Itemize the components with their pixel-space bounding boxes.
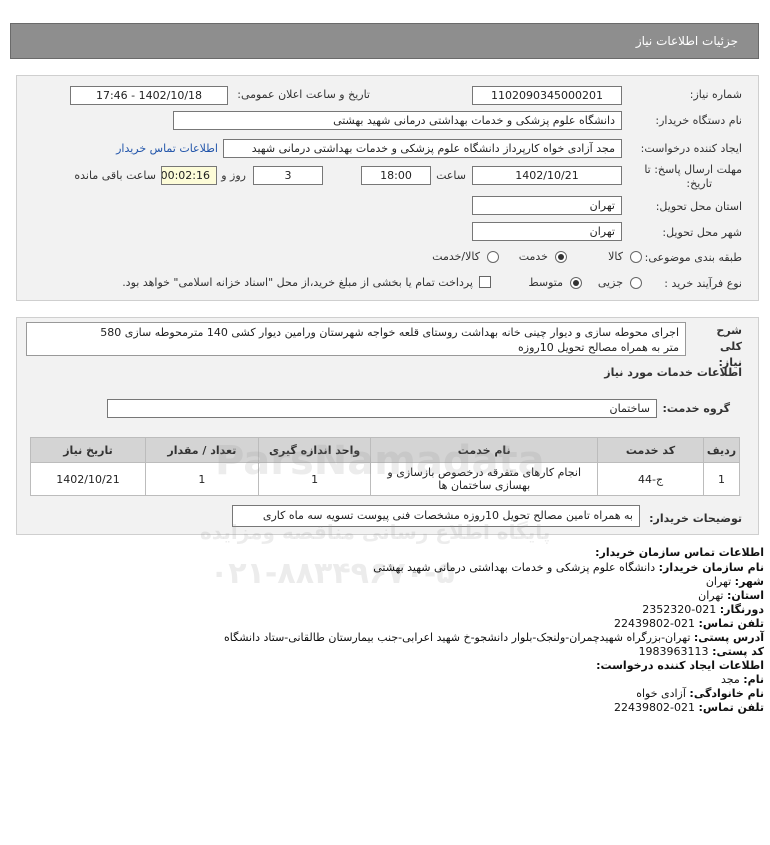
city-field: تهران — [472, 222, 622, 241]
col-date-header: تاریخ نیاز — [30, 437, 146, 463]
category-radio-goods-service[interactable] — [487, 251, 499, 263]
cell-date: 1402/10/21 — [30, 462, 146, 496]
contact-org-label: نام سازمان خریدار: — [658, 561, 764, 574]
creator-phone-label: تلفن تماس: — [698, 701, 764, 714]
process-label: نوع فرآیند خرید : — [664, 277, 742, 290]
creator-info-title: اطلاعات ایجاد کننده درخواست: — [596, 659, 764, 672]
cell-name: انجام کارهای متفرقه درخصوص بازسازی و بهس… — [370, 462, 599, 496]
cell-qty: 1 — [145, 462, 259, 496]
buyer-org-label: نام دستگاه خریدار: — [655, 114, 742, 127]
creator-first-name-label: نام: — [743, 673, 764, 686]
contact-phone: 021-22439802 — [614, 617, 696, 630]
summary-text: اجرای محوطه سازی و دیوار چینی خانه بهداش… — [26, 322, 686, 356]
province-field: تهران — [472, 196, 622, 215]
contact-org-line: نام سازمان خریدار: دانشگاه علوم پزشکی و … — [373, 561, 764, 574]
announce-field: 1402/10/18 - 17:46 — [70, 86, 228, 105]
creator-first-name-line: نام: مجد — [721, 673, 764, 686]
col-unit-header: واحد اندازه گیری — [257, 437, 372, 463]
process-radio-medium[interactable] — [570, 277, 582, 289]
cell-code: ج-44 — [597, 462, 705, 496]
deadline-time-field: 18:00 — [361, 166, 431, 185]
page-title: جزئیات اطلاعات نیاز — [635, 34, 738, 48]
buyer-contact-link[interactable]: اطلاعات تماس خریدار — [116, 142, 218, 155]
contact-org: دانشگاه علوم پزشکی و خدمات بهداشتی درمان… — [373, 561, 656, 574]
creator-phone: 021-22439802 — [614, 701, 696, 714]
days-label: روز و — [221, 169, 246, 182]
contact-postal-label: کد پستی: — [712, 645, 764, 658]
contact-fax: 021-2352320 — [642, 603, 717, 616]
summary-label: شرح کلی نیاز: — [716, 324, 742, 369]
contact-fax-line: دورنگار: 021-2352320 — [642, 603, 764, 616]
contact-address-label: آدرس پستی: — [693, 631, 764, 644]
contact-title: اطلاعات تماس سازمان خریدار: — [595, 546, 764, 559]
need-number-label: شماره نیاز: — [689, 88, 742, 101]
service-group-field: ساختمان — [107, 399, 657, 418]
creator-field: مجد آزادی خواه کارپرداز دانشگاه علوم پزش… — [223, 139, 622, 158]
contact-city-label: شهر: — [734, 575, 764, 588]
remaining-time-field: 00:02:16 — [161, 166, 217, 185]
deadline-time-label: ساعت — [436, 169, 466, 182]
process-radio-minor[interactable] — [630, 277, 642, 289]
table-row: 1 ج-44 انجام کارهای متفرقه درخصوص بازساز… — [30, 462, 740, 496]
col-qty-header: تعداد / مقدار — [145, 437, 259, 463]
province-label: استان محل تحویل: — [655, 200, 742, 213]
contact-fax-label: دورنگار: — [719, 603, 764, 616]
treasury-payment-note: پرداخت تمام یا بخشی از مبلغ خرید،از محل … — [122, 276, 473, 289]
page-header: جزئیات اطلاعات نیاز — [10, 23, 759, 59]
process-option-minor: جزیی — [597, 276, 623, 289]
col-name-header: نام خدمت — [370, 437, 599, 463]
need-details-panel — [16, 75, 759, 301]
category-label: طبقه بندی موضوعی: — [644, 251, 742, 264]
treasury-payment-checkbox[interactable] — [479, 276, 491, 288]
contact-postal: 1983963113 — [638, 645, 709, 658]
buyer-notes-field: به همراه تامین مصالح تحویل 10روزه مشخصات… — [232, 505, 640, 527]
days-field: 3 — [253, 166, 323, 185]
creator-phone-line: تلفن تماس: 021-22439802 — [614, 701, 764, 714]
contact-province-label: استان: — [727, 589, 764, 602]
category-radio-service[interactable] — [555, 251, 567, 263]
col-row-header: ردیف — [703, 437, 740, 463]
city-label: شهر محل تحویل: — [662, 226, 742, 239]
service-group-label: گروه خدمت: — [662, 402, 730, 415]
contact-phone-label: تلفن تماس: — [698, 617, 764, 630]
creator-last-name: آزادی خواه — [636, 687, 686, 700]
contact-province: تهران — [698, 589, 724, 602]
contact-address: تهران-بزرگراه شهیدچمران-ولنجک-بلوار دانش… — [224, 631, 691, 644]
contact-address-line: آدرس پستی: تهران-بزرگراه شهیدچمران-ولنجک… — [224, 631, 764, 644]
category-option-goods-service: کالا/خدمت — [432, 250, 480, 263]
category-option-service: خدمت — [518, 250, 548, 263]
summary-line1: اجرای محوطه سازی و دیوار چینی خانه بهداش… — [100, 326, 679, 339]
creator-first-name: مجد — [720, 673, 740, 686]
table-header-row: ردیف کد خدمت نام خدمت واحد اندازه گیری ت… — [30, 437, 740, 463]
need-number-field: 1102090345000201 — [472, 86, 622, 105]
buyer-org-field: دانشگاه علوم پزشکی و خدمات بهداشتی درمان… — [173, 111, 622, 130]
contact-city: تهران — [705, 575, 732, 588]
summary-line2: متر به همراه مصالح تحویل 10روزه — [518, 341, 679, 354]
remaining-label: ساعت باقی مانده — [74, 169, 156, 182]
creator-last-name-label: نام خانوادگی: — [689, 687, 764, 700]
contact-province-line: استان: تهران — [698, 589, 764, 602]
deadline-label-line1: مهلت ارسال پاسخ: تا — [644, 163, 742, 176]
announce-label: تاریخ و ساعت اعلان عمومی: — [237, 88, 370, 101]
category-option-goods: کالا — [608, 250, 623, 263]
services-table: ردیف کد خدمت نام خدمت واحد اندازه گیری ت… — [30, 437, 740, 496]
contact-postal-line: کد پستی: 1983963113 — [639, 645, 764, 658]
col-code-header: کد خدمت — [597, 437, 705, 463]
process-option-medium: متوسط — [528, 276, 563, 289]
contact-phone-line: تلفن تماس: 021-22439802 — [614, 617, 764, 630]
services-section-title: اطلاعات خدمات مورد نیاز — [604, 366, 742, 379]
contact-city-line: شهر: تهران — [706, 575, 764, 588]
creator-last-name-line: نام خانوادگی: آزادی خواه — [636, 687, 764, 700]
category-radio-goods[interactable] — [630, 251, 642, 263]
creator-label: ایجاد کننده درخواست: — [640, 142, 742, 155]
buyer-notes-label: توضیحات خریدار: — [649, 512, 742, 525]
deadline-date-field: 1402/10/21 — [472, 166, 622, 185]
deadline-label-line2: تاریخ: — [686, 177, 712, 190]
cell-row: 1 — [703, 462, 740, 496]
cell-unit: 1 — [257, 462, 372, 496]
